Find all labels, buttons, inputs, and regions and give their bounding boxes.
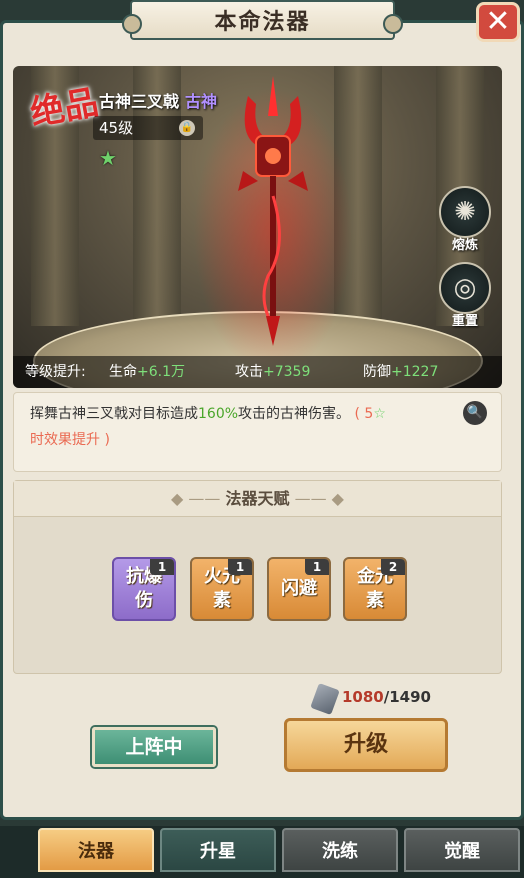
atk-stat: 攻击+7359 (235, 364, 311, 380)
close-icon[interactable]: ✕ (485, 4, 510, 39)
upgrade-button[interactable]: 升级 (284, 718, 448, 772)
deployed-button[interactable]: 上阵中 (92, 727, 216, 767)
window-title: 本命法器 (122, 0, 403, 40)
trident-weapon-image (238, 76, 308, 346)
tab-artifact[interactable]: 法器 (38, 828, 154, 872)
weapon-type-tag: 古神 (185, 92, 218, 111)
close-button[interactable]: ✕ (476, 2, 520, 42)
weapon-showcase: 绝品 古神三叉戟 古神 45级 🔒 ★ ✺ 熔炼 ◎ 重置 等级提升: 生命+6.… (13, 66, 502, 388)
talent-item[interactable]: 火元素 1 (190, 557, 254, 621)
weapon-name: 古神三叉戟 古神 (99, 88, 217, 112)
smelt-button[interactable]: ✺ 熔炼 (438, 186, 492, 258)
def-stat: 防御+1227 (363, 364, 439, 380)
reset-icon[interactable]: ◎ (439, 262, 491, 314)
smelt-label: 熔炼 (451, 238, 478, 253)
tab-star-up[interactable]: 升星 (160, 828, 276, 872)
skill-description: 挥舞古神三叉戟对目标造成160%攻击的古神伤害。 ( 5☆ 时效果提升 ) 🔍 (13, 392, 502, 472)
search-icon[interactable]: 🔍 (463, 401, 487, 425)
talent-item[interactable]: 闪避 1 (267, 557, 331, 621)
talent-item[interactable]: 金元素 2 (343, 557, 407, 621)
talent-item[interactable]: 抗爆伤 1 (112, 557, 176, 621)
tab-awaken[interactable]: 觉醒 (404, 828, 520, 872)
upgrade-cost: 1080/1490 (342, 688, 431, 706)
hp-stat: 生命+6.1万 (109, 364, 185, 380)
level-stat-bar: 等级提升: 生命+6.1万 攻击+7359 防御+1227 (13, 356, 502, 388)
reset-label: 重置 (451, 314, 478, 329)
smelt-icon[interactable]: ✺ (439, 186, 491, 238)
talent-section: ◆ —— 法器天赋 —— ◆ 抗爆伤 1 火元素 1 闪避 1 金元素 2 (13, 480, 502, 674)
star-icon: ☆ (373, 406, 386, 422)
bottom-tab-bar: 法器 升星 洗练 觉醒 (0, 826, 524, 878)
talent-header: ◆ —— 法器天赋 —— ◆ (14, 481, 501, 517)
lock-icon[interactable]: 🔒 (179, 120, 195, 136)
tab-refine[interactable]: 洗练 (282, 828, 398, 872)
stat-label: 等级提升: (25, 364, 86, 380)
weapon-name-text: 古神三叉戟 (99, 92, 180, 111)
reset-button[interactable]: ◎ 重置 (438, 262, 492, 334)
star-icon: ★ (99, 146, 117, 170)
